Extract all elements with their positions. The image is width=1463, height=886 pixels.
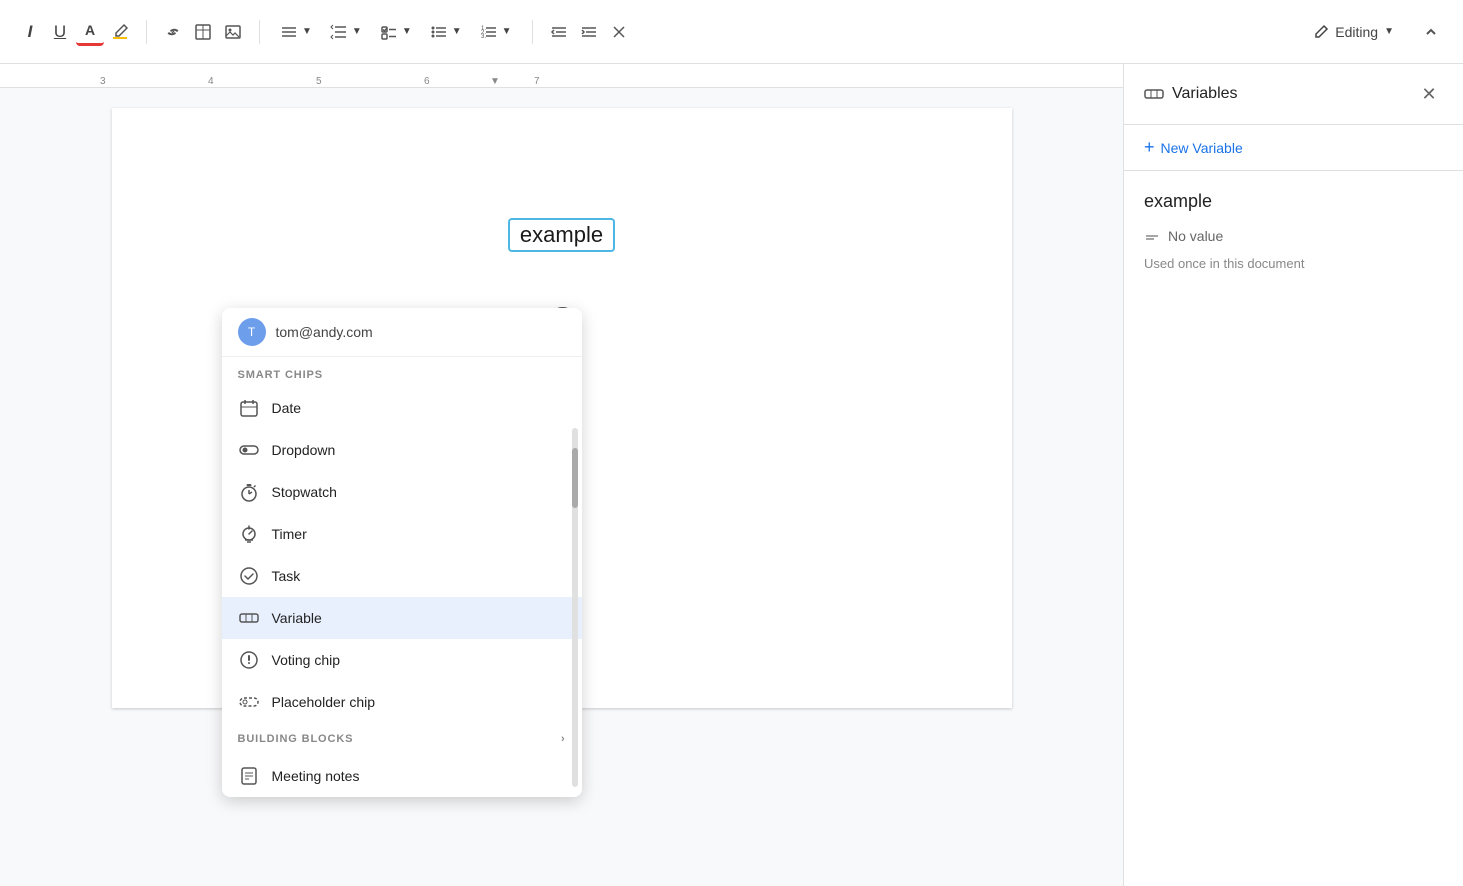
variable-detail-panel: example No value Used once in this docum… xyxy=(1124,171,1463,291)
ruler-mark-4: 4 xyxy=(208,76,214,87)
ruler-mark-arrow: ▼ xyxy=(490,76,500,87)
smart-chip-placeholder[interactable]: Placeholder chip xyxy=(222,681,582,723)
document-area[interactable]: 3 4 5 6 ▼ 7 example @ T tom@andy.com xyxy=(0,64,1123,886)
variable-icon xyxy=(238,607,260,629)
editing-label: Editing xyxy=(1335,24,1378,40)
sidebar-close-button[interactable]: ✕ xyxy=(1415,80,1443,108)
sidebar-title: Variables xyxy=(1172,85,1238,103)
align-dropdown[interactable]: ▼ xyxy=(272,19,320,45)
separator-2 xyxy=(259,20,260,44)
smart-chip-dropdown-label: Dropdown xyxy=(272,442,336,458)
underline-button[interactable]: U xyxy=(46,18,74,46)
editing-dropdown[interactable]: Editing ▼ xyxy=(1300,17,1407,47)
checklist-dropdown[interactable]: ▼ xyxy=(372,19,420,45)
ruler-mark-6: 6 xyxy=(424,76,430,87)
task-icon xyxy=(238,565,260,587)
email-suggestion-item[interactable]: T tom@andy.com xyxy=(222,308,582,357)
new-variable-plus-icon: + xyxy=(1144,137,1155,158)
svg-text:3.: 3. xyxy=(481,34,486,40)
smart-chip-task-label: Task xyxy=(272,568,301,584)
no-value-icon xyxy=(1144,228,1160,244)
placeholder-icon xyxy=(238,691,260,713)
smart-chips-label: SMART CHIPS xyxy=(222,357,582,387)
font-color-button[interactable]: A xyxy=(76,18,104,46)
align-group: ▼ ▼ ▼ xyxy=(272,19,520,45)
new-variable-button[interactable]: + New Variable xyxy=(1124,125,1463,171)
voting-icon xyxy=(238,649,260,671)
line-spacing-dropdown[interactable]: ▼ xyxy=(322,19,370,45)
dropdown-scrollbar[interactable] xyxy=(572,428,578,787)
new-variable-label: New Variable xyxy=(1161,140,1243,156)
variable-usage-text: Used once in this document xyxy=(1144,256,1443,271)
dropdown-chip-icon xyxy=(238,439,260,461)
building-blocks-label: BUILDING BLOCKS xyxy=(238,733,354,745)
bullets-dropdown[interactable]: ▼ xyxy=(422,19,470,45)
increase-indent-button[interactable] xyxy=(575,18,603,46)
stopwatch-icon xyxy=(238,481,260,503)
smart-chip-timer-label: Timer xyxy=(272,526,307,542)
smart-chip-task[interactable]: Task xyxy=(222,555,582,597)
smart-chip-placeholder-label: Placeholder chip xyxy=(272,694,376,710)
building-block-meeting-notes-label: Meeting notes xyxy=(272,768,360,784)
sidebar-title-area: Variables xyxy=(1144,84,1238,104)
building-block-meeting-notes[interactable]: Meeting notes xyxy=(222,755,582,797)
decrease-indent-button[interactable] xyxy=(545,18,573,46)
smart-chip-voting[interactable]: Voting chip xyxy=(222,639,582,681)
variable-value-label: No value xyxy=(1168,228,1223,244)
separator-3 xyxy=(532,20,533,44)
main-content: 3 4 5 6 ▼ 7 example @ T tom@andy.com xyxy=(0,64,1463,886)
ruler-mark-3: 3 xyxy=(100,76,106,87)
email-address: tom@andy.com xyxy=(276,324,373,340)
sidebar-header: Variables ✕ xyxy=(1124,64,1463,125)
date-icon xyxy=(238,397,260,419)
italic-button[interactable]: I xyxy=(16,18,44,46)
smart-chips-dropdown: T tom@andy.com SMART CHIPS xyxy=(222,308,582,797)
building-blocks-row[interactable]: BUILDING BLOCKS › xyxy=(222,723,582,755)
ruler-mark-7: 7 xyxy=(534,76,540,87)
smart-chip-date[interactable]: Date xyxy=(222,387,582,429)
smart-chip-stopwatch[interactable]: Stopwatch xyxy=(222,471,582,513)
insert-image-button[interactable] xyxy=(219,18,247,46)
smart-chip-timer[interactable]: Timer xyxy=(222,513,582,555)
dropdown-scrollbar-thumb[interactable] xyxy=(572,448,578,508)
collapse-toolbar-button[interactable] xyxy=(1415,16,1447,48)
toolbar: I U A xyxy=(0,0,1463,64)
insert-table-button[interactable] xyxy=(189,18,217,46)
smart-chip-variable-label: Variable xyxy=(272,610,322,626)
highlight-button[interactable] xyxy=(106,18,134,46)
variable-value-row: No value xyxy=(1144,228,1443,244)
separator-1 xyxy=(146,20,147,44)
ruler-mark-5: 5 xyxy=(316,76,322,87)
clear-formatting-button[interactable] xyxy=(605,18,633,46)
smart-chip-dropdown[interactable]: Dropdown xyxy=(222,429,582,471)
link-button[interactable] xyxy=(159,18,187,46)
variables-title-icon xyxy=(1144,84,1164,104)
email-avatar: T xyxy=(238,318,266,346)
meeting-notes-icon xyxy=(238,765,260,787)
timer-icon xyxy=(238,523,260,545)
building-blocks-arrow: › xyxy=(561,733,566,745)
variables-sidebar: Variables ✕ + New Variable example No va… xyxy=(1123,64,1463,886)
variable-detail-name: example xyxy=(1144,191,1443,212)
smart-chip-date-label: Date xyxy=(272,400,302,416)
numbered-list-dropdown[interactable]: 1. 2. 3. ▼ xyxy=(472,19,520,45)
ruler: 3 4 5 6 ▼ 7 xyxy=(0,64,1123,88)
smart-chip-variable[interactable]: Variable xyxy=(222,597,582,639)
indent-group xyxy=(545,18,633,46)
smart-chip-voting-label: Voting chip xyxy=(272,652,341,668)
document-page[interactable]: example @ T tom@andy.com SMART CHIPS xyxy=(112,108,1012,708)
variable-chip[interactable]: example xyxy=(508,218,615,252)
text-format-group: I U A xyxy=(16,18,134,46)
smart-chip-stopwatch-label: Stopwatch xyxy=(272,484,337,500)
insert-group xyxy=(159,18,247,46)
